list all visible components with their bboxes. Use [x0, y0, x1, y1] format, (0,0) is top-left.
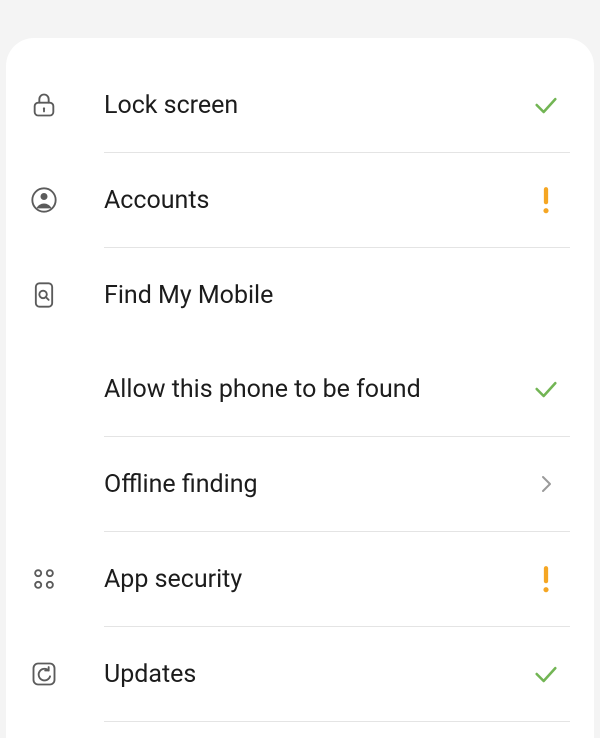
row-label: Accounts — [104, 186, 526, 215]
check-icon — [526, 375, 566, 403]
row-label: App security — [104, 565, 526, 594]
updates-icon — [30, 660, 104, 688]
row-app-security[interactable]: App security — [6, 532, 594, 626]
account-icon — [30, 186, 104, 214]
apps-icon — [30, 565, 104, 593]
check-icon — [526, 660, 566, 688]
find-mobile-icon — [30, 281, 104, 309]
row-label: Find My Mobile — [104, 281, 526, 310]
row-label: Updates — [104, 660, 526, 689]
row-updates[interactable]: Updates — [6, 627, 594, 721]
divider — [104, 721, 570, 722]
row-label: Lock screen — [104, 91, 526, 120]
row-label: Offline finding — [104, 470, 526, 499]
row-allow-found[interactable]: Allow this phone to be found — [6, 342, 594, 436]
row-lock-screen[interactable]: Lock screen — [6, 58, 594, 152]
chevron-right-icon — [526, 472, 566, 496]
settings-card: Lock screen Accounts — [6, 38, 594, 738]
warning-icon — [526, 185, 566, 215]
warning-icon — [526, 564, 566, 594]
row-find-my-mobile[interactable]: Find My Mobile — [6, 248, 594, 342]
row-offline-finding[interactable]: Offline finding — [6, 437, 594, 531]
check-icon — [526, 91, 566, 119]
row-accounts[interactable]: Accounts — [6, 153, 594, 247]
row-label: Allow this phone to be found — [104, 375, 526, 404]
lock-icon — [30, 91, 104, 119]
